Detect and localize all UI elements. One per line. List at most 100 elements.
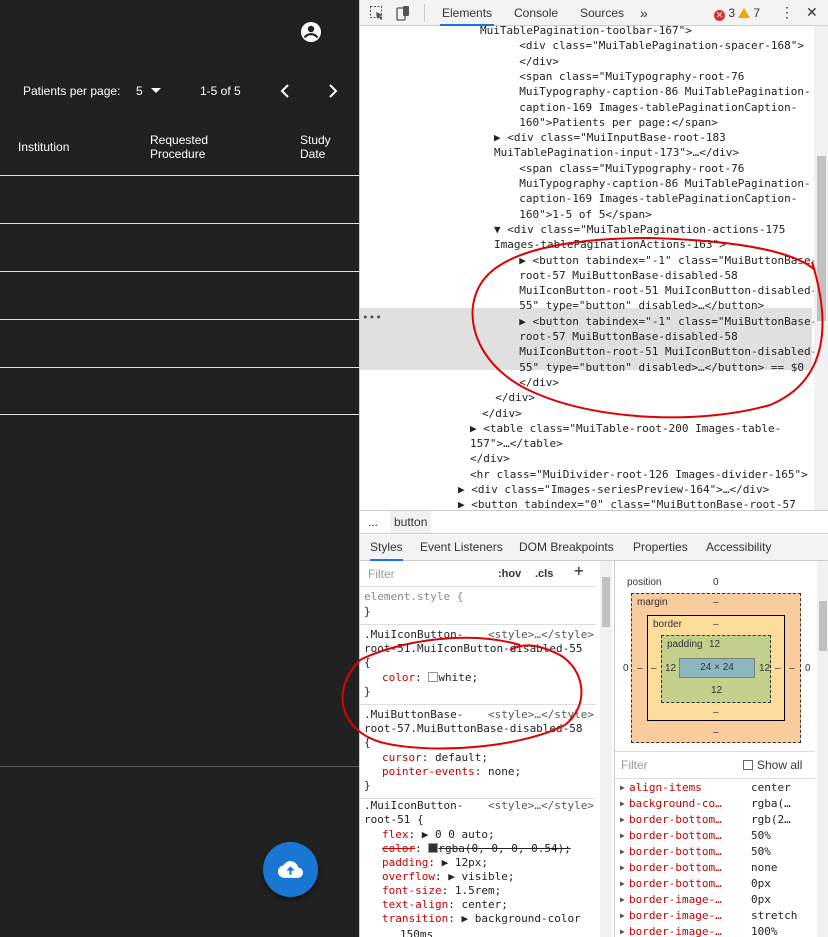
table-row[interactable]: [0, 175, 359, 223]
expand-arrow-icon[interactable]: ▶: [620, 828, 625, 844]
tab-sources[interactable]: Sources: [578, 0, 626, 26]
dom-line[interactable]: ▶ <button tabindex="-1" class="MuiButton…: [506, 314, 817, 329]
dom-tree[interactable]: ••• MuiTablePagination-toolbar-167"> <di…: [360, 26, 828, 510]
expand-arrow-icon[interactable]: ▶: [620, 892, 625, 908]
dom-line[interactable]: 55" type="button" disabled>…</button> ==…: [506, 360, 804, 375]
dom-line[interactable]: </div>: [482, 390, 535, 405]
tab-dom-breakpoints[interactable]: DOM Breakpoints: [519, 535, 614, 561]
rows-per-page-select[interactable]: 5: [136, 80, 166, 102]
scroll-thumb[interactable]: [819, 601, 827, 651]
box-bottom-border[interactable]: –: [713, 707, 719, 718]
dom-line[interactable]: 157">…</table>: [470, 436, 563, 451]
dom-line[interactable]: </div>: [506, 375, 559, 390]
computed-property-row[interactable]: ▶ border-bottom… rgb(2…: [615, 812, 815, 828]
cls-toggle[interactable]: .cls: [535, 567, 553, 582]
column-header-institution[interactable]: Institution: [18, 140, 69, 154]
rule-source-link[interactable]: <style>…</style>: [488, 627, 594, 642]
expand-arrow-icon[interactable]: ▶: [620, 924, 625, 937]
dom-scrollbar[interactable]: [814, 26, 828, 510]
box-bottom-padding[interactable]: 12: [711, 685, 722, 696]
color-swatch[interactable]: [428, 672, 439, 682]
expand-arrow-icon[interactable]: ▶: [620, 812, 625, 828]
table-row[interactable]: [0, 223, 359, 271]
computed-property-row[interactable]: ▶ align-items center: [615, 780, 815, 796]
box-right-border[interactable]: –: [775, 663, 781, 674]
box-left-margin[interactable]: –: [637, 663, 643, 674]
box-content[interactable]: 24 × 24: [679, 658, 755, 678]
dom-line[interactable]: root-57 MuiButtonBase-disabled-58: [506, 329, 738, 344]
dom-line[interactable]: ▶ <button tabindex="0" class="MuiButtonB…: [458, 497, 796, 510]
expand-arrow-icon[interactable]: ▶: [620, 860, 625, 876]
css-property[interactable]: font-size: 1.5rem;: [382, 883, 501, 898]
box-margin-value[interactable]: –: [713, 597, 719, 608]
dom-line[interactable]: ▶ <div class="Images-seriesPreview-164">…: [458, 482, 769, 497]
dom-line[interactable]: 160">1-5 of 5</span>: [506, 207, 651, 222]
breadcrumb-current[interactable]: button: [390, 511, 432, 533]
hov-toggle[interactable]: :hov: [498, 567, 521, 582]
tab-styles[interactable]: Styles: [370, 535, 403, 561]
dom-line[interactable]: MuiTablePagination-input-173">…</div>: [494, 145, 739, 160]
tab-console[interactable]: Console: [512, 0, 560, 26]
tab-event-listeners[interactable]: Event Listeners: [420, 535, 503, 561]
styles-scrollbar[interactable]: [600, 561, 612, 937]
expand-arrow-icon[interactable]: ▶: [620, 780, 625, 796]
color-swatch[interactable]: [428, 843, 439, 853]
table-row[interactable]: [0, 271, 359, 319]
expand-arrow-icon[interactable]: ▶: [620, 908, 625, 924]
expand-arrow-icon[interactable]: ▶: [620, 876, 625, 892]
css-property[interactable]: pointer-events: none;: [382, 764, 521, 779]
styles-filter-input[interactable]: Filter: [368, 567, 395, 582]
warning-count-badge[interactable]: 7: [738, 6, 760, 20]
computed-property-row[interactable]: ▶ border-bottom… none: [615, 860, 815, 876]
dom-line[interactable]: caption-169 Images-tablePaginationCaptio…: [506, 100, 797, 115]
device-toggle-icon[interactable]: [395, 5, 411, 21]
previous-page-button[interactable]: [277, 80, 293, 102]
expand-arrow-icon[interactable]: ▶: [620, 796, 625, 812]
breadcrumb-ellipsis[interactable]: ...: [368, 511, 378, 533]
dom-line[interactable]: MuiIconButton-root-51 MuiIconButton-disa…: [506, 283, 817, 298]
computed-property-row[interactable]: ▶ border-bottom… 50%: [615, 828, 815, 844]
dom-line[interactable]: ▶ <button tabindex="-1" class="MuiButton…: [506, 253, 817, 268]
dom-line[interactable]: MuiTypography-caption-86 MuiTablePaginat…: [506, 176, 810, 191]
box-position-value[interactable]: 0: [713, 577, 719, 588]
next-page-button[interactable]: [325, 80, 341, 102]
dom-line[interactable]: <span class="MuiTypography-root-76: [506, 161, 744, 176]
table-row[interactable]: [0, 319, 359, 367]
dom-line[interactable]: <div class="MuiTablePagination-spacer-16…: [506, 38, 804, 53]
dom-line[interactable]: ▶ <table class="MuiTable-root-200 Images…: [470, 421, 781, 436]
dom-line[interactable]: </div>: [506, 54, 559, 69]
column-header-study-date[interactable]: Study Date: [300, 133, 350, 161]
css-property[interactable]: overflow: ▶ visible;: [382, 869, 514, 884]
box-left-outer[interactable]: 0: [623, 663, 629, 674]
dom-line[interactable]: ▼ <div class="MuiTablePagination-actions…: [494, 222, 785, 237]
computed-property-row[interactable]: ▶ background-co… rgba(…: [615, 796, 815, 812]
css-property[interactable]: cursor: default;: [382, 750, 488, 765]
scroll-thumb[interactable]: [817, 156, 826, 321]
dom-line[interactable]: </div>: [470, 451, 510, 466]
dom-line[interactable]: Images-tablePaginationActions-163">: [494, 237, 726, 252]
computed-property-row[interactable]: ▶ border-image-… 100%: [615, 924, 815, 937]
dom-line[interactable]: <span class="MuiTypography-root-76: [506, 69, 744, 84]
tab-elements[interactable]: Elements: [440, 0, 495, 26]
node-actions-ellipsis[interactable]: •••: [362, 310, 382, 325]
css-property[interactable]: text-align: center;: [382, 897, 508, 912]
css-property[interactable]: color: rgba(0, 0, 0, 0.54);: [382, 841, 571, 856]
dom-line[interactable]: root-57 MuiButtonBase-disabled-58: [506, 268, 738, 283]
css-property[interactable]: padding: ▶ 12px;: [382, 855, 488, 870]
computed-scrollbar[interactable]: [817, 561, 828, 937]
computed-property-row[interactable]: ▶ border-image-… 0px: [615, 892, 815, 908]
dom-line[interactable]: </div>: [482, 406, 522, 421]
dom-line[interactable]: <hr class="MuiDivider-root-126 Images-di…: [470, 467, 808, 482]
box-left-padding[interactable]: 12: [665, 663, 676, 674]
box-left-border[interactable]: –: [651, 663, 657, 674]
more-tabs-button[interactable]: »: [638, 0, 650, 26]
dom-line[interactable]: 160">Patients per page:</span>: [506, 115, 718, 130]
dom-line[interactable]: MuiTypography-caption-86 MuiTablePaginat…: [506, 84, 810, 99]
css-property[interactable]: flex: ▶ 0 0 auto;: [382, 827, 495, 842]
css-property[interactable]: color: white;: [382, 670, 478, 685]
more-options-icon[interactable]: ⋮: [780, 5, 794, 19]
dom-line[interactable]: 55" type="button" disabled>…</button>: [506, 298, 764, 313]
scroll-thumb[interactable]: [602, 577, 610, 627]
show-all-checkbox[interactable]: Show all: [743, 758, 802, 772]
tab-properties[interactable]: Properties: [633, 535, 688, 561]
